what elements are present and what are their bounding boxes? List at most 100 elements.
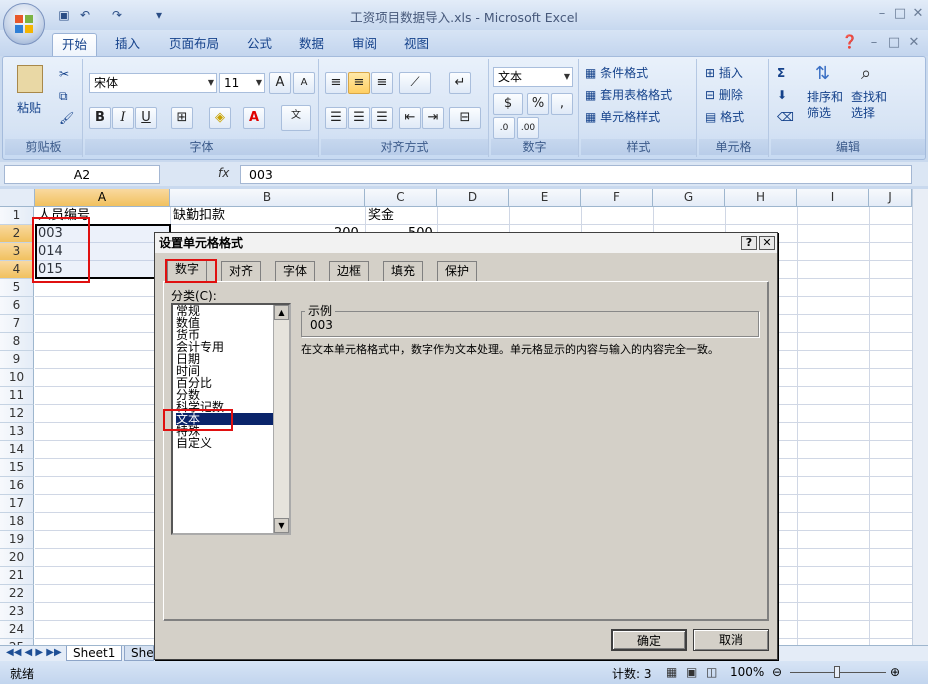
row-header-17[interactable]: 17 (0, 495, 34, 513)
zoom-slider-thumb[interactable] (834, 666, 840, 678)
format-painter-icon[interactable]: 🖌 (59, 107, 74, 129)
underline-button[interactable]: U (135, 107, 157, 129)
ribbon-restore-button[interactable]: □ (884, 34, 904, 52)
font-color-icon[interactable]: A (243, 107, 265, 129)
font-name-dropdown[interactable]: 宋体 ▼ (89, 73, 217, 93)
increase-indent-icon[interactable]: ⇥ (422, 107, 444, 129)
decrease-decimal-icon[interactable]: .00 (517, 117, 539, 139)
dialog-tab-fill[interactable]: 填充 (383, 261, 424, 281)
align-bottom-icon[interactable]: ≡ (371, 72, 393, 94)
accounting-format-icon[interactable]: $ (493, 93, 523, 115)
dialog-tab-border[interactable]: 边框 (329, 261, 370, 281)
zoom-out-icon[interactable]: ⊖ (772, 665, 782, 679)
row-header-10[interactable]: 10 (0, 369, 34, 387)
copy-icon[interactable]: ⧉ (59, 85, 68, 107)
customize-toolbar-icon[interactable]: ▾ (150, 6, 168, 24)
align-top-icon[interactable]: ≡ (325, 72, 347, 94)
row-header-1[interactable]: 1 (0, 207, 34, 225)
dialog-tab-alignment[interactable]: 对齐 (221, 261, 262, 281)
row-header-20[interactable]: 20 (0, 549, 34, 567)
paste-button[interactable]: 粘贴 (17, 97, 41, 119)
column-header-i[interactable]: I (797, 189, 869, 207)
ok-button[interactable]: 确定 (611, 629, 687, 651)
minimize-button[interactable]: – (872, 5, 892, 23)
font-size-dropdown[interactable]: 11 ▼ (219, 73, 265, 93)
paste-icon[interactable] (17, 65, 43, 93)
select-all-corner[interactable] (0, 189, 35, 207)
align-right-icon[interactable]: ☰ (371, 107, 393, 129)
autosum-icon[interactable]: Σ (777, 62, 785, 84)
row-header-22[interactable]: 22 (0, 585, 34, 603)
clear-icon[interactable]: ⌫ (777, 106, 794, 128)
increase-decimal-icon[interactable]: .0 (493, 117, 515, 139)
row-header-12[interactable]: 12 (0, 405, 34, 423)
column-header-a[interactable]: A (35, 189, 170, 207)
column-header-e[interactable]: E (509, 189, 581, 207)
align-center-icon[interactable]: ☰ (348, 107, 370, 129)
fill-icon[interactable]: ⬇ (777, 84, 787, 106)
tab-view[interactable]: 视图 (395, 33, 438, 56)
row-header-13[interactable]: 13 (0, 423, 34, 441)
dialog-help-button[interactable]: ? (741, 236, 757, 250)
cell-b1[interactable]: 缺勤扣款 (173, 207, 225, 224)
tab-data[interactable]: 数据 (290, 33, 333, 56)
row-header-21[interactable]: 21 (0, 567, 34, 585)
vertical-scrollbar[interactable] (912, 189, 928, 645)
row-header-8[interactable]: 8 (0, 333, 34, 351)
find-select-button[interactable]: 查找和 选择 (851, 89, 887, 120)
border-icon[interactable]: ⊞ (171, 107, 193, 129)
row-header-7[interactable]: 7 (0, 315, 34, 333)
wrap-text-icon[interactable]: ↵ (449, 72, 471, 94)
row-header-15[interactable]: 15 (0, 459, 34, 477)
row-header-19[interactable]: 19 (0, 531, 34, 549)
page-break-view-icon[interactable]: ◫ (706, 665, 717, 679)
sheet-tab-sheet1[interactable]: Sheet1 (66, 646, 123, 661)
row-header-2[interactable]: 2 (0, 225, 34, 243)
zoom-level[interactable]: 100% (730, 665, 764, 679)
conditional-format-button[interactable]: ▦ 条件格式 (585, 62, 648, 84)
close-window-button[interactable]: ✕ (908, 5, 928, 23)
ribbon-minimize-button[interactable]: – (864, 34, 884, 52)
align-middle-icon[interactable]: ≡ (348, 72, 370, 94)
scroll-up-icon[interactable]: ▲ (274, 305, 289, 320)
zoom-in-icon[interactable]: ⊕ (890, 665, 900, 679)
row-header-16[interactable]: 16 (0, 477, 34, 495)
row-header-11[interactable]: 11 (0, 387, 34, 405)
dialog-close-button[interactable]: ✕ (759, 236, 775, 250)
row-header-4[interactable]: 4 (0, 261, 34, 279)
row-header-9[interactable]: 9 (0, 351, 34, 369)
sort-filter-icon[interactable]: ⇅ (815, 63, 830, 85)
insert-cells-button[interactable]: ⊞ 插入 (705, 62, 743, 84)
column-header-d[interactable]: D (437, 189, 509, 207)
cancel-button[interactable]: 取消 (693, 629, 769, 651)
page-layout-view-icon[interactable]: ▣ (686, 665, 697, 679)
bold-button[interactable]: B (89, 107, 111, 129)
category-item[interactable]: 自定义 (176, 437, 274, 449)
tab-formulas[interactable]: 公式 (238, 33, 281, 56)
comma-button[interactable]: , (551, 93, 573, 115)
fill-color-icon[interactable]: ◈ (209, 107, 231, 129)
merge-center-icon[interactable]: ⊟ (449, 107, 481, 129)
category-scrollbar[interactable]: ▲ ▼ (273, 305, 289, 533)
table-format-button[interactable]: ▦ 套用表格格式 (585, 84, 672, 106)
align-left-icon[interactable]: ☰ (325, 107, 347, 129)
column-header-h[interactable]: H (725, 189, 797, 207)
dialog-tab-protection[interactable]: 保护 (437, 261, 478, 281)
formula-input[interactable]: 003 (240, 165, 912, 184)
sheet-tab-sheet2[interactable]: Shee (124, 646, 154, 661)
workbook-close-button[interactable]: ✕ (904, 34, 924, 52)
cut-icon[interactable]: ✂ (59, 63, 69, 85)
number-format-dropdown[interactable]: 文本 ▼ (493, 67, 573, 87)
row-header-3[interactable]: 3 (0, 243, 34, 261)
cell-c1[interactable]: 奖金 (368, 207, 394, 224)
row-header-24[interactable]: 24 (0, 621, 34, 639)
row-header-14[interactable]: 14 (0, 441, 34, 459)
decrease-indent-icon[interactable]: ⇤ (399, 107, 421, 129)
delete-cells-button[interactable]: ⊟ 删除 (705, 84, 743, 106)
scroll-down-icon[interactable]: ▼ (274, 518, 289, 533)
column-header-g[interactable]: G (653, 189, 725, 207)
shrink-font-button[interactable]: A (293, 72, 315, 94)
sort-filter-button[interactable]: 排序和 筛选 (807, 89, 843, 120)
find-select-icon[interactable]: ⌕ (861, 63, 871, 85)
italic-button[interactable]: I (112, 107, 134, 129)
